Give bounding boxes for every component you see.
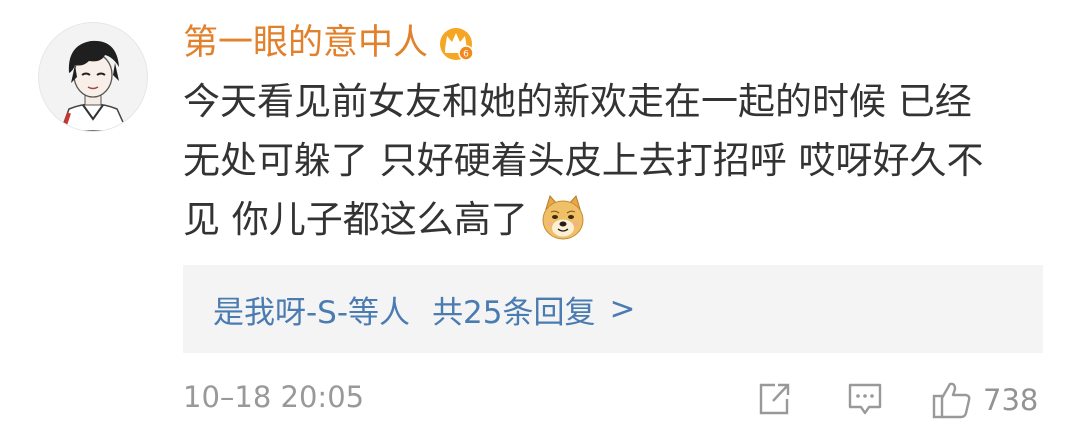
- reply-button[interactable]: [845, 380, 885, 418]
- svg-text:6: 6: [463, 50, 469, 60]
- avatar-portrait-icon: [39, 23, 147, 131]
- share-icon: [759, 383, 790, 415]
- comment-text: 今天看见前女友和她的新欢走在一起的时候 已经 无处可躲了 只好硬着头皮上去打招呼…: [183, 72, 1043, 249]
- comment-line-text: 见 你儿子都这么高了: [183, 198, 528, 241]
- comment-line: 无处可躲了 只好硬着头皮上去打招呼 哎呀好久不: [183, 139, 984, 182]
- timestamp: 10–18 20:05: [183, 380, 365, 414]
- doge-emoji-icon: [538, 193, 588, 243]
- replies-names[interactable]: 是我呀-S-等人: [213, 287, 410, 332]
- chevron-right-icon[interactable]: >: [610, 291, 636, 327]
- avatar[interactable]: [38, 22, 148, 132]
- comment-line: 见 你儿子都这么高了: [183, 190, 1043, 249]
- share-button[interactable]: [755, 380, 793, 418]
- replies-count[interactable]: 共25条回复: [432, 287, 595, 332]
- username[interactable]: 第一眼的意中人: [183, 18, 428, 68]
- comment-footer: 10–18 20:05 738: [183, 372, 1043, 428]
- replies-preview[interactable]: 是我呀-S-等人 共25条回复 >: [183, 265, 1043, 353]
- thumbs-up-icon: [932, 382, 971, 419]
- comment-line: 今天看见前女友和她的新欢走在一起的时候 已经: [183, 80, 972, 123]
- like-count: 738: [983, 383, 1039, 417]
- like-button[interactable]: 738: [931, 380, 1038, 420]
- comment-icon: [848, 383, 882, 415]
- crown-vip-icon[interactable]: 6: [436, 23, 476, 63]
- username-row: 第一眼的意中人 6: [183, 18, 476, 68]
